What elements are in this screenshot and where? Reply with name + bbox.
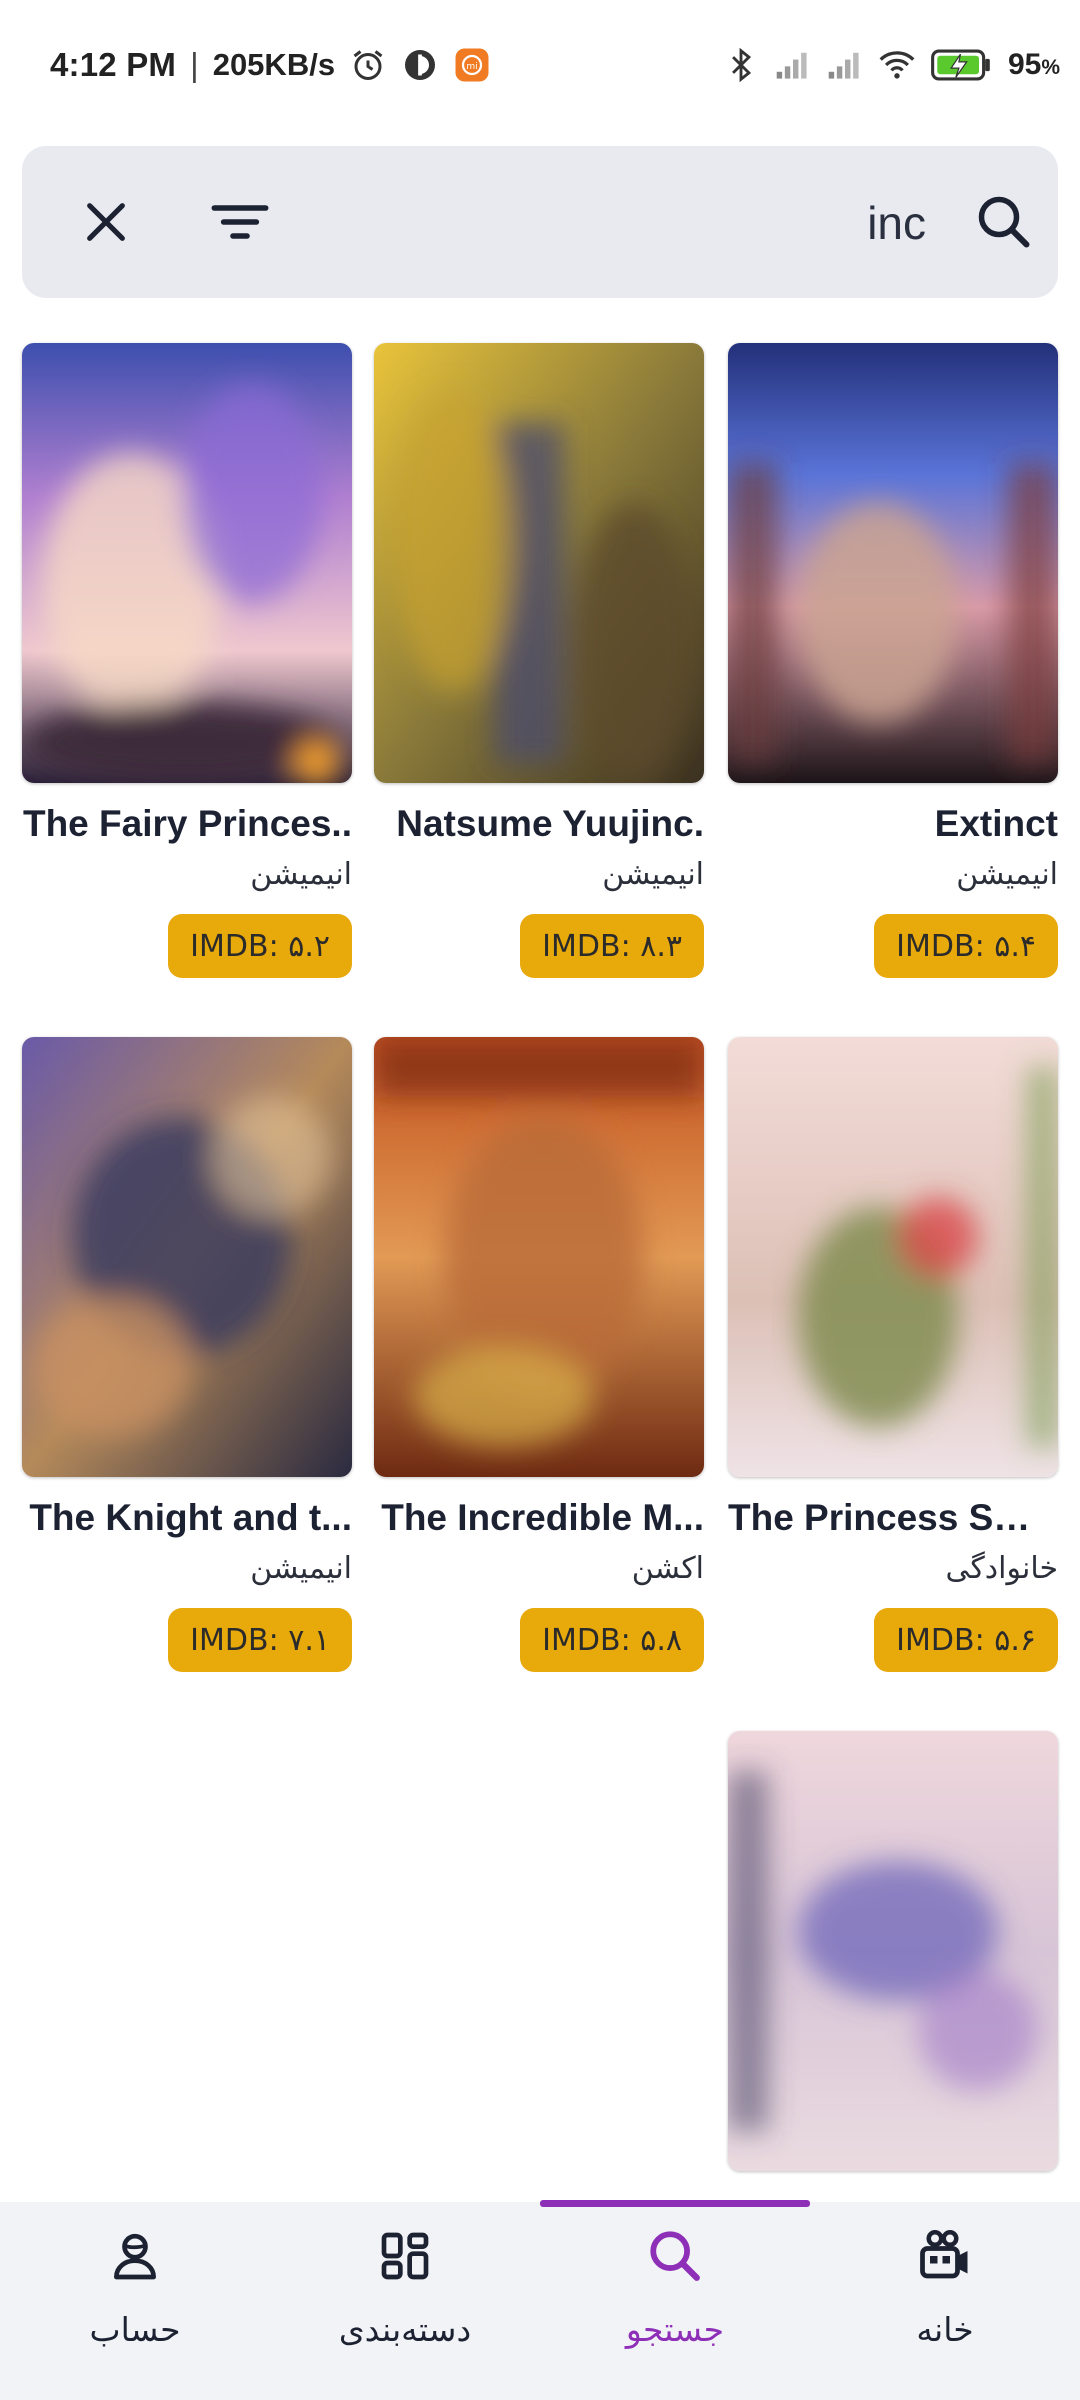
- bluetooth-icon: [722, 46, 760, 84]
- movie-title: Natsume Yuujinc.: [396, 803, 704, 844]
- app-notification-icon: [401, 46, 439, 84]
- nav-item-account[interactable]: حساب: [0, 2202, 270, 2400]
- battery-charging-icon: [930, 46, 994, 84]
- battery-unit: %: [1041, 56, 1060, 79]
- nav-item-search[interactable]: جستجو: [540, 2202, 810, 2400]
- network-speed: 205KB/s: [212, 47, 336, 82]
- signal-icon: [826, 46, 864, 84]
- movie-poster[interactable]: [374, 343, 704, 783]
- movie-genre: خانوادگی: [945, 1551, 1058, 1586]
- nav-label: دسته‌بندی: [338, 2310, 472, 2349]
- status-bar: 4:12 PM | 205KB/s mi 95%: [0, 0, 1080, 130]
- nav-item-home[interactable]: خانه: [810, 2202, 1080, 2400]
- movie-card[interactable]: The Fairy Princes.. انیمیشن IMDB: ۵.۲: [22, 343, 352, 1023]
- battery-percent: 95%: [1008, 48, 1060, 82]
- nav-item-categories[interactable]: دسته‌بندی: [270, 2202, 540, 2400]
- movie-genre: انیمیشن: [956, 857, 1058, 892]
- movie-title: The Princess Swi...: [728, 1497, 1058, 1538]
- movie-title: The Incredible M...: [381, 1497, 704, 1538]
- movie-title: The Knight and t...: [29, 1497, 352, 1538]
- search-icon: [643, 2224, 707, 2288]
- svg-text:mi: mi: [466, 62, 477, 72]
- imdb-rating-badge: IMDB: ۸.۳: [520, 914, 704, 978]
- alarm-icon: [349, 46, 387, 84]
- movie-title: The Fairy Princes..: [22, 803, 352, 844]
- movie-genre: انیمیشن: [250, 1551, 352, 1586]
- movie-poster[interactable]: [22, 343, 352, 783]
- imdb-rating-badge: IMDB: ۷.۱: [168, 1608, 352, 1672]
- movie-card[interactable]: The Princess Swi... خانوادگی IMDB: ۵.۶: [728, 1037, 1058, 1717]
- status-bar-left: 4:12 PM | 205KB/s mi: [50, 42, 491, 88]
- movie-poster[interactable]: [374, 1037, 704, 1477]
- active-tab-indicator: [540, 2200, 810, 2207]
- battery-value: 95: [1007, 48, 1042, 81]
- bottom-navigation: حساب دسته‌بندی جستجو خانه: [0, 2202, 1080, 2400]
- signal-icon: [774, 46, 812, 84]
- results-grid: The Fairy Princes.. انیمیشن IMDB: ۵.۲ Na…: [22, 343, 1058, 2400]
- close-icon: [87, 203, 125, 241]
- movie-genre: اکشن: [631, 1551, 704, 1586]
- movie-card[interactable]: The Knight and t... انیمیشن IMDB: ۷.۱: [22, 1037, 352, 1717]
- imdb-rating-badge: IMDB: ۵.۲: [168, 914, 352, 978]
- movie-card[interactable]: Extinct انیمیشن IMDB: ۵.۴: [728, 343, 1058, 1023]
- movie-card[interactable]: Natsume Yuujinc. انیمیشن IMDB: ۸.۳: [374, 343, 704, 1023]
- movie-title: Extinct: [934, 803, 1058, 844]
- movie-poster[interactable]: [22, 1037, 352, 1477]
- movie-poster[interactable]: [728, 1731, 1058, 2171]
- status-separator: |: [190, 46, 199, 83]
- search-bar: [22, 146, 1058, 298]
- nav-label: جستجو: [625, 2310, 725, 2349]
- search-input[interactable]: [366, 196, 926, 250]
- status-time: 4:12 PM: [50, 46, 177, 83]
- imdb-rating-badge: IMDB: ۵.۶: [874, 1608, 1058, 1672]
- account-icon: [103, 2224, 167, 2288]
- nav-label: حساب: [89, 2310, 181, 2349]
- wifi-icon: [878, 46, 916, 84]
- imdb-rating-badge: IMDB: ۵.۸: [520, 1608, 704, 1672]
- movie-genre: انیمیشن: [250, 857, 352, 892]
- home-icon: [913, 2224, 977, 2288]
- filter-icon: [211, 205, 269, 239]
- results-row: The Knight and t... انیمیشن IMDB: ۷.۱ Th…: [22, 1037, 1058, 1731]
- movie-poster[interactable]: [728, 1037, 1058, 1477]
- mi-app-icon: mi: [453, 46, 491, 84]
- movie-card[interactable]: The Incredible M... اکشن IMDB: ۵.۸: [374, 1037, 704, 1717]
- nav-label: خانه: [916, 2310, 974, 2349]
- movie-genre: انیمیشن: [602, 857, 704, 892]
- search-icon: [978, 196, 1030, 248]
- categories-icon: [373, 2224, 437, 2288]
- filter-button[interactable]: [202, 184, 278, 260]
- movie-poster[interactable]: [728, 343, 1058, 783]
- results-row: The Fairy Princes.. انیمیشن IMDB: ۵.۲ Na…: [22, 343, 1058, 1037]
- status-bar-right: 95%: [722, 42, 1060, 88]
- imdb-rating-badge: IMDB: ۵.۴: [874, 914, 1058, 978]
- clear-search-button[interactable]: [68, 184, 144, 260]
- search-submit-button[interactable]: [966, 184, 1042, 260]
